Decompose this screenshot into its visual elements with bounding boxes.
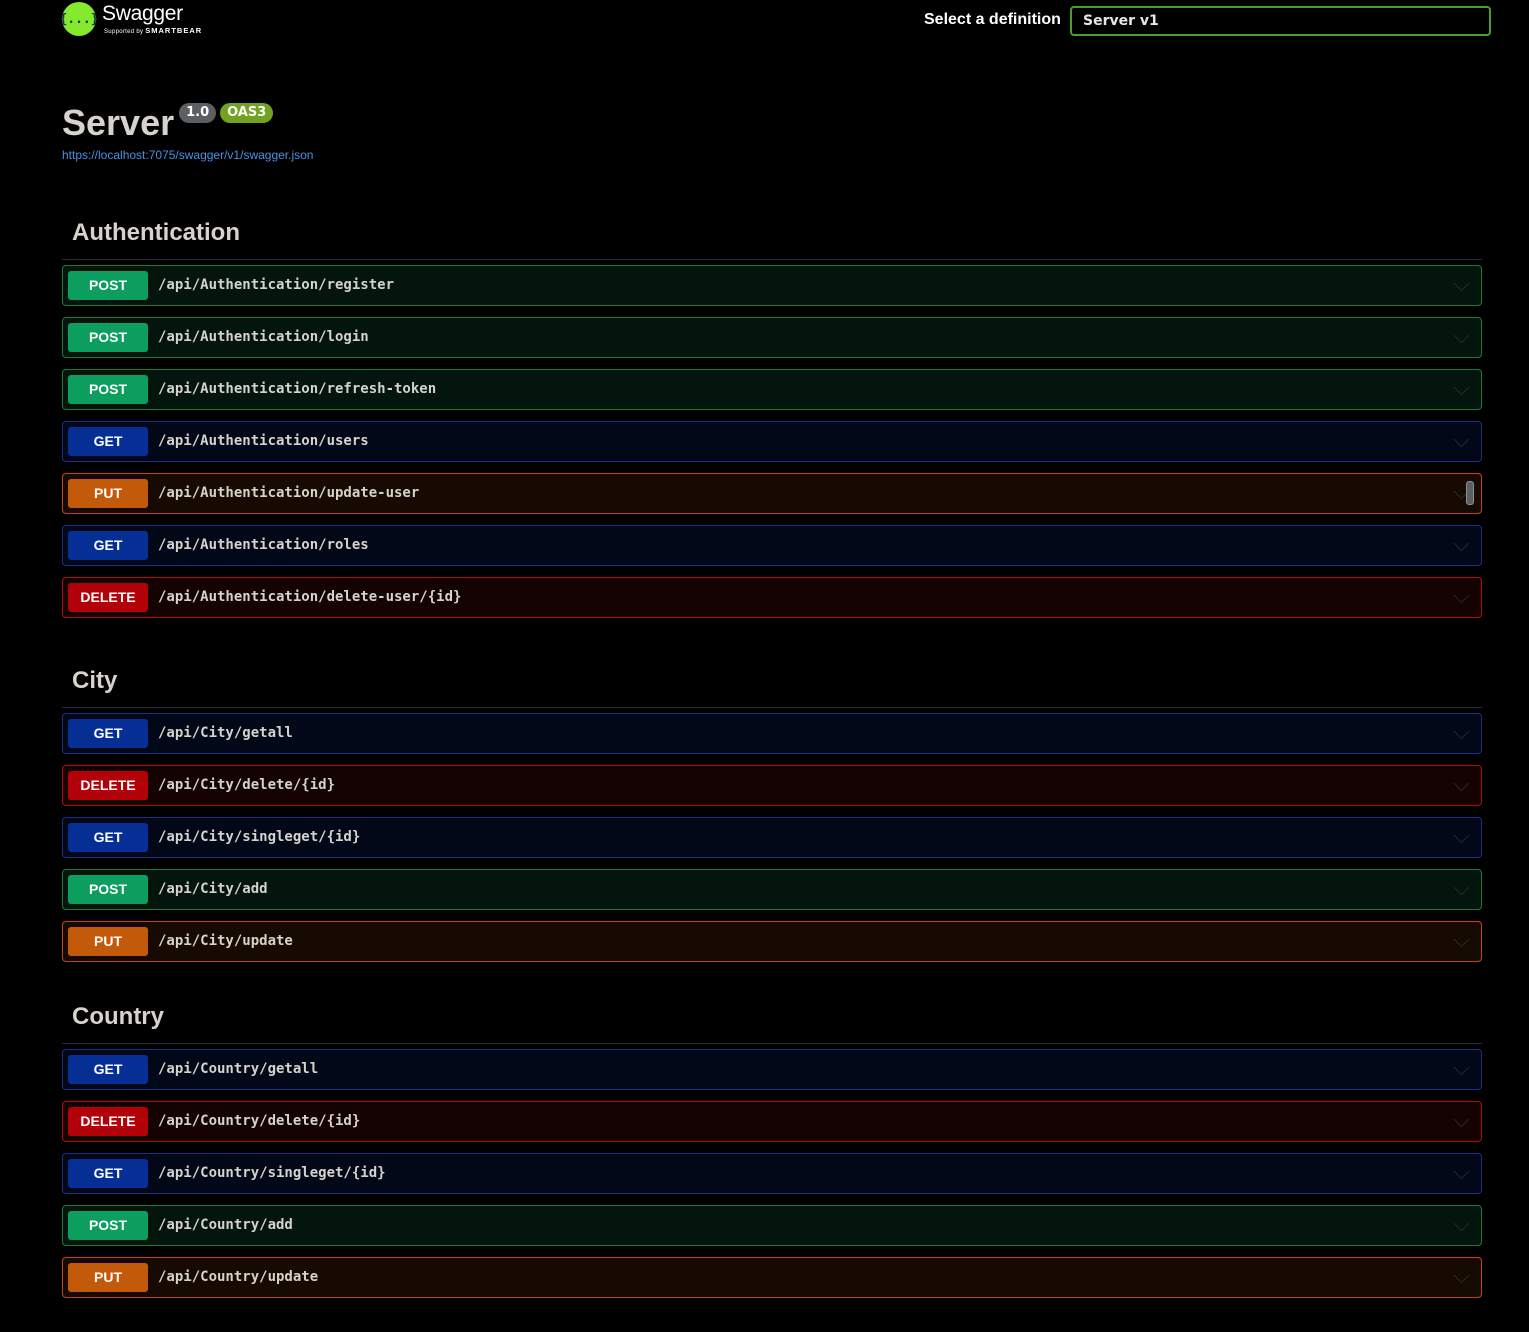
operation-path: /api/Authentication/users: [158, 433, 369, 449]
operation-row[interactable]: DELETE/api/City/delete/{id}: [62, 765, 1482, 806]
chevron-down-icon[interactable]: [1453, 1163, 1470, 1180]
chevron-down-icon[interactable]: [1453, 1215, 1470, 1232]
operation-path: /api/Country/update: [158, 1269, 319, 1285]
logo-sub-prefix: Supported by: [104, 29, 146, 35]
method-badge-get: GET: [68, 427, 148, 456]
chevron-down-icon[interactable]: [1453, 1267, 1470, 1284]
method-badge-post: POST: [68, 323, 148, 352]
spec-url-link[interactable]: https://localhost:7075/swagger/v1/swagge…: [62, 148, 313, 162]
operation-path: /api/City/add: [158, 881, 268, 897]
logo-subtitle: Supported by SMARTBEAR: [104, 26, 202, 35]
operation-path: /api/Authentication/register: [158, 277, 395, 293]
operation-path: /api/Authentication/roles: [158, 537, 369, 553]
method-badge-put: PUT: [68, 1263, 148, 1292]
swagger-logo[interactable]: {...} Swagger Supported by SMARTBEAR: [59, 2, 202, 42]
operation-row[interactable]: POST/api/Authentication/refresh-token: [62, 369, 1482, 410]
method-badge-post: POST: [68, 271, 148, 300]
method-badge-delete: DELETE: [68, 1107, 148, 1136]
operation-path: /api/Authentication/update-user: [158, 485, 420, 501]
operation-row[interactable]: DELETE/api/Authentication/delete-user/{i…: [62, 577, 1482, 618]
operation-row[interactable]: GET/api/Authentication/users: [62, 421, 1482, 462]
section-title: Country: [72, 1003, 164, 1030]
oas-badge: OAS3: [220, 103, 274, 123]
section-title: City: [72, 667, 118, 694]
chevron-down-icon[interactable]: [1453, 827, 1470, 844]
swagger-logo-icon: {...}: [59, 2, 99, 36]
chevron-down-icon[interactable]: [1453, 879, 1470, 896]
operation-path: /api/City/singleget/{id}: [158, 829, 361, 845]
operation-row[interactable]: POST/api/Authentication/login: [62, 317, 1482, 358]
method-badge-post: POST: [68, 1211, 148, 1240]
operation-row[interactable]: GET/api/Authentication/roles: [62, 525, 1482, 566]
operation-path: /api/City/update: [158, 933, 293, 949]
scrollbar-thumb[interactable]: [1466, 481, 1474, 505]
section-title: Authentication: [72, 219, 240, 246]
chevron-down-icon[interactable]: [1453, 1111, 1470, 1128]
method-badge-get: GET: [68, 823, 148, 852]
definition-select[interactable]: Server v1: [1070, 6, 1491, 36]
chevron-down-icon[interactable]: [1453, 1059, 1470, 1076]
chevron-down-icon[interactable]: [1453, 379, 1470, 396]
chevron-down-icon[interactable]: [1453, 723, 1470, 740]
operation-path: /api/Country/delete/{id}: [158, 1113, 361, 1129]
chevron-down-icon[interactable]: [1453, 587, 1470, 604]
chevron-down-icon[interactable]: [1453, 431, 1470, 448]
operation-row[interactable]: DELETE/api/Country/delete/{id}: [62, 1101, 1482, 1142]
chevron-down-icon[interactable]: [1453, 931, 1470, 948]
method-badge-post: POST: [68, 875, 148, 904]
operation-row[interactable]: GET/api/Country/getall: [62, 1049, 1482, 1090]
method-badge-delete: DELETE: [68, 771, 148, 800]
logo-text: Swagger Supported by SMARTBEAR: [102, 2, 202, 35]
top-bar: {...} Swagger Supported by SMARTBEAR Sel…: [59, 0, 1491, 42]
operation-path: /api/Authentication/refresh-token: [158, 381, 437, 397]
operation-path: /api/Country/add: [158, 1217, 293, 1233]
chevron-down-icon[interactable]: [1453, 275, 1470, 292]
section-header[interactable]: Country: [62, 997, 1482, 1044]
chevron-down-icon[interactable]: [1453, 327, 1470, 344]
page-title: Server: [62, 102, 175, 143]
chevron-down-icon[interactable]: [1453, 535, 1470, 552]
operation-row[interactable]: PUT/api/Country/update: [62, 1257, 1482, 1298]
method-badge-put: PUT: [68, 479, 148, 508]
method-badge-get: GET: [68, 719, 148, 748]
chevron-down-icon[interactable]: [1453, 775, 1470, 792]
section-city: City GET/api/City/getall DELETE/api/City/d…: [62, 661, 1482, 973]
section-header[interactable]: Authentication: [62, 213, 1482, 260]
operation-row[interactable]: GET/api/City/singleget/{id}: [62, 817, 1482, 858]
section-authentication: Authentication POST/api/Authentication/re…: [62, 213, 1482, 629]
operation-path: /api/Authentication/delete-user/{id}: [158, 589, 462, 605]
logo-word: Swagger: [102, 2, 183, 25]
operation-row[interactable]: POST/api/Authentication/register: [62, 265, 1482, 306]
operation-row[interactable]: POST/api/Country/add: [62, 1205, 1482, 1246]
operation-path: /api/Authentication/login: [158, 329, 369, 345]
operation-path: /api/City/getall: [158, 725, 293, 741]
operation-row[interactable]: POST/api/City/add: [62, 869, 1482, 910]
operation-row[interactable]: GET/api/Country/singleget/{id}: [62, 1153, 1482, 1194]
operation-row[interactable]: GET/api/City/getall: [62, 713, 1482, 754]
method-badge-put: PUT: [68, 927, 148, 956]
operation-path: /api/City/delete/{id}: [158, 777, 336, 793]
operation-path: /api/Country/singleget/{id}: [158, 1165, 386, 1181]
version-badge: 1.0: [179, 103, 217, 123]
method-badge-get: GET: [68, 1159, 148, 1188]
method-badge-delete: DELETE: [68, 583, 148, 612]
logo-sub-brand: SMARTBEAR: [145, 26, 203, 35]
operation-row[interactable]: PUT/api/Authentication/update-user: [62, 473, 1482, 514]
operation-row[interactable]: PUT/api/City/update: [62, 921, 1482, 962]
section-header[interactable]: City: [62, 661, 1482, 708]
method-badge-get: GET: [68, 531, 148, 560]
method-badge-post: POST: [68, 375, 148, 404]
operation-path: /api/Country/getall: [158, 1061, 319, 1077]
definition-label: Select a definition: [924, 11, 1061, 28]
section-country: Country GET/api/Country/getall DELETE/api/…: [62, 997, 1482, 1309]
method-badge-get: GET: [68, 1055, 148, 1084]
info-title-row: Server 1.0 OAS3: [62, 101, 274, 145]
